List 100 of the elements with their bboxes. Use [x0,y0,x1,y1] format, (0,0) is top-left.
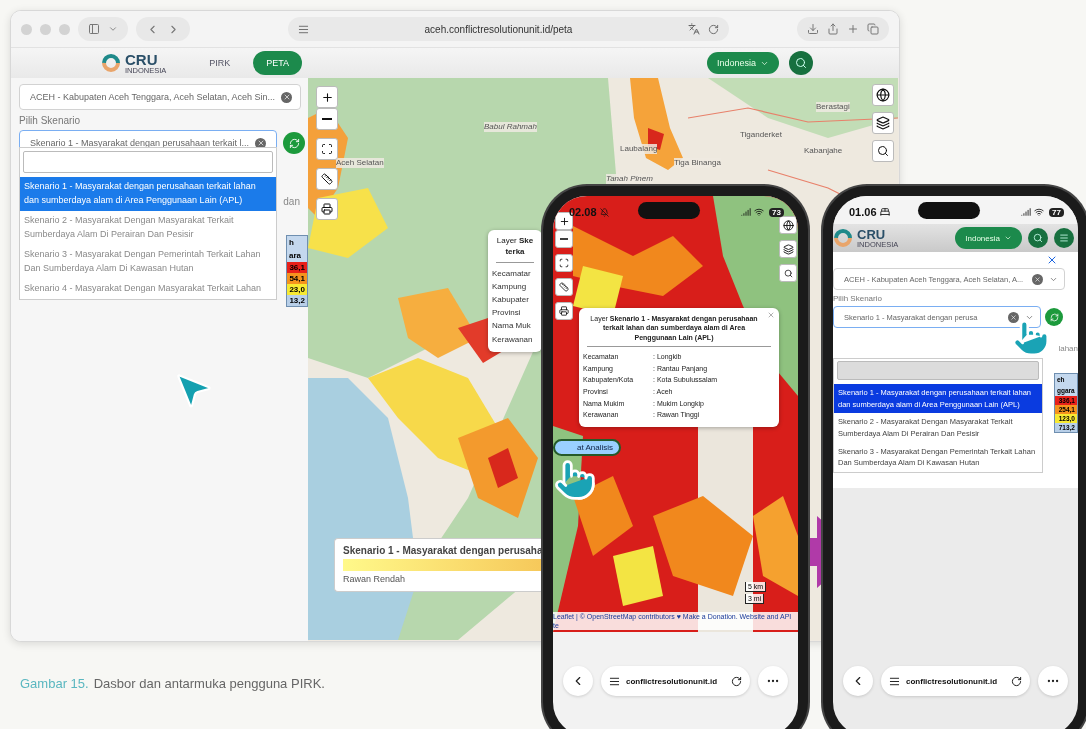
legend-label: Rawan Rendah [343,574,407,584]
description-text: lahan [1058,344,1078,353]
refresh-button[interactable] [283,132,305,154]
nav-tab[interactable]: PETA [253,51,303,75]
silent-icon [599,207,609,217]
search-button[interactable] [789,51,813,75]
refresh-icon [1049,312,1059,322]
map-place-label: Tiga Binanga [674,158,721,168]
measure-button[interactable] [316,168,338,190]
page-icon [298,23,309,35]
measure-button[interactable] [555,278,573,296]
scenario-option[interactable]: Skenario 1 - Masyarakat dengan perusahaan terkait lahan dan sumberdaya alam di Area Penggunaan Lain (APL) [20,177,276,211]
reload-icon[interactable] [1011,675,1022,687]
zoom-out-button[interactable] [316,108,338,130]
map-place-label: Kabanjahe [804,146,843,156]
sidebar-icon [88,23,100,35]
dropdown-search-field[interactable] [837,361,1039,380]
address-bar[interactable]: conflictresolutionunit.id [881,666,1030,696]
new-tab-icon[interactable] [847,23,859,35]
analysis-button[interactable]: at Analisis [553,439,622,456]
zoom-out-button[interactable] [555,230,573,248]
clear-icon[interactable] [1032,273,1043,285]
fullscreen-button[interactable] [555,254,573,272]
clear-icon[interactable] [1008,311,1019,323]
map-place-label: Tanah Pinem [606,174,653,184]
layers-icon [876,116,890,130]
download-icon[interactable] [807,23,819,35]
menu-button[interactable] [1054,228,1074,248]
logo-icon [833,228,853,248]
dropdown-search-field[interactable] [23,151,273,173]
region-select[interactable]: ACEH - Kabupaten Aceh Tenggara, Aceh Selatan, Aceh Sin... [19,84,301,110]
plus-icon [558,215,570,227]
x-icon [1034,275,1041,283]
zoom-in-button[interactable] [316,86,338,108]
battery-level: 77 [1049,207,1064,217]
fullscreen-button[interactable] [316,138,338,160]
wifi-icon [1034,207,1045,217]
popup-title: Layer Ske [495,236,535,247]
layers-button[interactable] [872,112,894,134]
refresh-icon [288,137,300,149]
print-button[interactable] [555,302,573,320]
table-cell: 36,1 [287,262,307,274]
translate-icon[interactable] [688,23,700,35]
basemap-button[interactable] [872,84,894,106]
table-header: h [287,236,307,250]
popup-field-label: Nama Muk [492,320,532,333]
battery-level: 73 [769,207,784,217]
globe-icon [876,88,890,102]
hand-cursor-icon [553,458,597,502]
signal-icon [1021,207,1032,217]
popup-field-label: Provinsi [492,307,522,320]
wifi-icon [754,207,765,217]
popup-field-label: Kabupater [492,293,530,306]
ruler-icon [321,173,333,185]
search-button[interactable] [1028,228,1048,248]
table-cell: 23,0 [287,284,307,296]
country-dropdown[interactable]: Indonesia [955,227,1022,249]
figure-number: Gambar 15. [20,676,89,691]
logo-text: CRU [125,51,159,67]
x-icon [256,139,265,147]
popup-field-label: Kecamatar [492,267,532,280]
camera-notch [638,202,700,219]
page-icon [609,675,620,687]
status-time: 01.06 [849,206,877,218]
caret-icon [108,24,118,34]
signal-icon [741,207,752,217]
close-icon [1046,254,1058,266]
field-label: Pilih Skenario [833,294,883,303]
reload-icon[interactable] [731,675,742,687]
nav-tab[interactable]: PIRK [196,51,244,75]
status-time: 02.08 [569,206,597,218]
country-dropdown[interactable]: Indonesia [706,52,779,74]
refresh-button[interactable] [1045,308,1063,326]
x-icon [1010,313,1017,321]
fullscreen-icon [321,143,333,155]
map-place-label: Babul Rahmah [484,122,537,132]
table-header: ara [287,249,307,263]
popup-field-label: Kerawanan [492,333,534,346]
search-icon [877,145,889,157]
search-button[interactable] [779,264,797,282]
page-icon [889,675,900,687]
search-button[interactable] [872,140,894,162]
description-text: dan [283,196,300,207]
tabs-icon[interactable] [867,23,879,35]
sidebar-menu[interactable] [78,17,128,41]
layers-button[interactable] [779,240,797,258]
basemap-button[interactable] [779,216,797,234]
table-cell: 54,1 [287,273,307,285]
clear-icon[interactable] [281,91,292,103]
logo-text: CRU [857,227,887,241]
print-button[interactable] [316,198,338,220]
map-place-label: Aceh Selatan [336,158,384,168]
popup-field-label: Kampung [492,280,528,293]
printer-icon [559,306,569,316]
address-bar[interactable]: conflictresolutionunit.id [601,666,750,696]
map-place-label: Berastagi [816,102,850,112]
minus-icon [560,238,568,240]
share-icon[interactable] [827,23,839,35]
layers-icon [782,243,794,255]
printer-icon [321,203,333,215]
